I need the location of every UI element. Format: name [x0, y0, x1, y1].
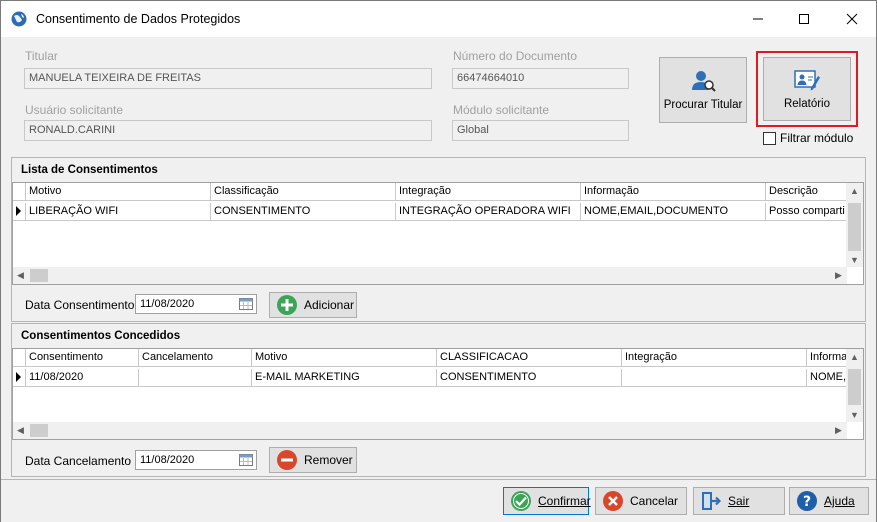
help-icon: ?	[797, 491, 817, 511]
column-header[interactable]: Integração	[396, 183, 581, 201]
column-header[interactable]: Informação	[581, 183, 766, 201]
column-header[interactable]: Consentimento	[26, 349, 139, 367]
vertical-scrollbar[interactable]: ▲ ▼	[846, 183, 863, 267]
title-bar: Consentimento de Dados Protegidos	[1, 1, 876, 37]
column-header[interactable]: CLASSIFICACAO	[437, 349, 622, 367]
adicionar-button[interactable]: Adicionar	[269, 292, 357, 318]
relatorio-button[interactable]: Relatório	[763, 57, 851, 121]
table-cell[interactable]	[139, 369, 252, 387]
column-header[interactable]: Motivo	[252, 349, 437, 367]
documento-field[interactable]: 66474664010	[452, 68, 629, 89]
sair-button[interactable]: Sair	[693, 487, 785, 515]
modulo-label: Módulo solicitante	[453, 103, 550, 117]
titular-label: Titular	[25, 49, 58, 63]
window-title: Consentimento de Dados Protegidos	[36, 12, 241, 26]
remover-label: Remover	[304, 453, 353, 467]
search-user-icon	[692, 71, 716, 92]
horizontal-scrollbar[interactable]: ◀ ▶	[13, 267, 847, 284]
concedidos-grid: Consentimento Cancelamento Motivo CLASSI…	[12, 348, 864, 440]
table-cell[interactable]: NOME,E	[807, 369, 848, 387]
minus-circle-icon	[277, 450, 297, 470]
column-header[interactable]: Informa	[807, 349, 848, 367]
sair-label: Sair	[728, 494, 750, 508]
table-cell[interactable]	[622, 369, 807, 387]
confirmar-button[interactable]: Confirmar	[503, 487, 591, 515]
check-circle-icon	[511, 491, 531, 511]
maximize-button[interactable]	[781, 1, 827, 37]
table-cell[interactable]: 11/08/2020	[26, 369, 139, 387]
concedidos-header-row: Consentimento Cancelamento Motivo CLASSI…	[13, 349, 848, 367]
usuario-label: Usuário solicitante	[25, 103, 124, 117]
close-button[interactable]	[829, 1, 875, 37]
globe-icon	[11, 11, 27, 27]
column-header[interactable]: Cancelamento	[139, 349, 252, 367]
concedidos-title: Consentimentos Concedidos	[21, 330, 181, 342]
filtrar-modulo-checkbox[interactable]	[763, 132, 776, 145]
lista-grid: Motivo Classificação Integração Informaç…	[12, 182, 864, 285]
svg-text:?: ?	[803, 494, 811, 510]
dialog-window: Consentimento de Dados Protegidos Titula…	[0, 0, 877, 522]
data-cancelamento-value: 11/08/2020	[140, 454, 195, 466]
procurar-titular-label: Procurar Titular	[663, 99, 743, 111]
cancelar-label: Cancelar	[630, 494, 679, 508]
column-header[interactable]: Motivo	[26, 183, 211, 201]
table-row[interactable]: LIBERAÇÃO WIFI CONSENTIMENTO INTEGRAÇÃO …	[13, 203, 847, 221]
lista-header-row: Motivo Classificação Integração Informaç…	[13, 183, 847, 201]
filtrar-modulo-label: Filtrar módulo	[780, 131, 854, 145]
vertical-scrollbar[interactable]: ▲ ▼	[846, 349, 863, 422]
titular-field[interactable]: MANUELA TEIXEIRA DE FREITAS	[24, 68, 432, 89]
cancelar-button[interactable]: Cancelar	[595, 487, 687, 515]
report-edit-icon	[794, 70, 820, 91]
table-cell[interactable]: CONSENTIMENTO	[211, 203, 396, 221]
table-cell[interactable]: INTEGRAÇÃO OPERADORA WIFI	[396, 203, 581, 221]
data-cancelamento-field[interactable]: 11/08/2020	[135, 450, 257, 470]
minimize-icon	[753, 18, 763, 20]
relatorio-label: Relatório	[783, 98, 831, 110]
table-cell[interactable]: CONSENTIMENTO	[437, 369, 622, 387]
table-cell[interactable]: Posso comparti	[766, 203, 847, 221]
column-header[interactable]: Classificação	[211, 183, 396, 201]
table-cell[interactable]: LIBERAÇÃO WIFI	[26, 203, 211, 221]
adicionar-label: Adicionar	[304, 298, 355, 312]
minimize-button[interactable]	[735, 1, 781, 37]
plus-circle-icon	[277, 295, 297, 315]
confirmar-label: Confirmar	[538, 494, 591, 508]
horizontal-scrollbar[interactable]: ◀ ▶	[13, 422, 847, 439]
exit-door-icon	[702, 492, 722, 510]
x-circle-icon	[603, 491, 623, 511]
calendar-icon[interactable]	[239, 454, 253, 466]
close-icon	[846, 13, 858, 25]
table-cell[interactable]: E-MAIL MARKETING	[252, 369, 437, 387]
modulo-field[interactable]: Global	[452, 120, 629, 141]
lista-title: Lista de Consentimentos	[21, 164, 158, 176]
data-consentimento-value: 11/08/2020	[140, 298, 195, 310]
remover-button[interactable]: Remover	[269, 447, 357, 473]
procurar-titular-button[interactable]: Procurar Titular	[659, 57, 747, 123]
table-row[interactable]: 11/08/2020 E-MAIL MARKETING CONSENTIMENT…	[13, 369, 848, 387]
usuario-field[interactable]: RONALD.CARINI	[24, 120, 432, 141]
ajuda-button[interactable]: ? Ajuda	[789, 487, 869, 515]
data-cancelamento-label: Data Cancelamento	[25, 454, 132, 468]
table-cell[interactable]: NOME,EMAIL,DOCUMENTO	[581, 203, 766, 221]
ajuda-label: Ajuda	[824, 494, 855, 508]
maximize-icon	[799, 14, 809, 24]
calendar-icon[interactable]	[239, 298, 253, 310]
data-consentimento-label: Data Consentimento	[25, 298, 135, 312]
column-header[interactable]: Descrição	[766, 183, 847, 201]
data-consentimento-field[interactable]: 11/08/2020	[135, 294, 257, 314]
documento-label: Número do Documento	[453, 49, 578, 63]
column-header[interactable]: Integração	[622, 349, 807, 367]
